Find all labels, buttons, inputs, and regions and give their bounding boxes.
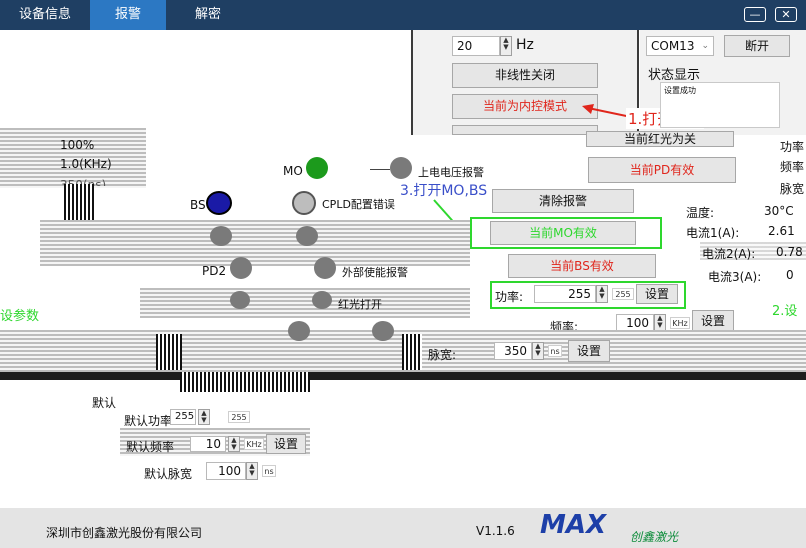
current2-value: 0.78 [776,245,803,259]
partial-button[interactable] [452,125,598,135]
temperature-indicator [230,291,250,309]
default-power-label: 默认功率 [124,414,173,428]
default-freq-stepper[interactable]: ▲ ▼ [228,436,240,452]
clear-alarm-button[interactable]: 清除报警 [492,189,634,213]
frequency-unit: Hz [516,37,534,53]
voltage-alarm-indicator [390,157,412,179]
version-label: V1.1.6 [476,524,515,538]
current2-label: 电流2(A): [702,247,756,261]
mo-valid-button[interactable]: 当前MO有效 [490,221,636,245]
default-power-input[interactable]: 255 [170,409,196,425]
pulse-unit: ns [548,345,562,357]
default-power-unit: 255 [228,411,250,423]
mo-label: MO [283,164,303,178]
mo-indicator [306,157,328,179]
external-enable-label: 外部使能报警 [342,266,408,279]
red-light-button[interactable]: 当前红光为关 [586,131,734,147]
temperature-label: 温度: [686,206,715,220]
default-pulse-unit: ns [262,465,276,477]
indicator [296,226,318,246]
indicator [372,321,394,341]
power-setting-label: 功率: [495,290,524,304]
left-fragment: 设参数 [0,309,40,324]
default-pulse-label: 默认脉宽 [144,467,193,481]
default-freq-input[interactable]: 10 [190,436,226,452]
com-port-select[interactable]: COM13 ⌄ [646,36,714,56]
glitch-band [40,220,470,266]
freq-readout: 1.0(KHz) [60,157,112,171]
pulse-stepper[interactable]: ▲ ▼ [532,342,544,360]
current3-value: 0 [786,268,794,282]
company-name: 深圳市创鑫激光股份有限公司 [46,526,203,540]
glitch-band [140,288,470,318]
pulse-label-right: 脉宽 [780,182,805,196]
indicator-area [150,140,410,180]
pd-valid-button[interactable]: 当前PD有效 [588,157,736,183]
brand-logo-sub: 创鑫激光 [630,530,679,544]
power-input[interactable]: 255 [534,285,596,303]
temperature-value: 30°C [764,204,794,218]
power-set-button[interactable]: 设置 [636,284,678,304]
close-icon[interactable]: ✕ [775,7,797,22]
pulse-set-button[interactable]: 设置 [568,340,610,362]
nonlinear-button[interactable]: 非线性关闭 [452,63,598,88]
default-freq-set-button[interactable]: 设置 [266,434,306,454]
divider [411,30,413,135]
default-label: 默认 [92,396,117,410]
divider [370,169,390,170]
status-textbox: 设置成功 [660,82,780,128]
pd2-indicator [230,257,252,279]
brand-logo: MAX [540,510,607,540]
indicator [288,321,310,341]
cpld-indicator [292,191,316,215]
indicator [210,226,232,246]
pd2-label: PD2 [202,264,227,278]
red-light-indicator [312,291,332,309]
power-unit: 255 [612,288,634,300]
cpld-label: CPLD配置错误 [322,198,395,211]
tab-device-info[interactable]: 设备信息 [0,0,90,30]
pulse-setting-label: 脉宽: [428,348,457,362]
status-label: 状态显示 [648,68,701,83]
annotation-step2: 2.设 [772,304,798,319]
power-stepper[interactable]: ▲ ▼ [596,285,608,303]
bs-label: BS [190,198,206,212]
freq-unit: KHz [670,317,690,329]
frequency-stepper[interactable]: ▲ ▼ [500,36,512,56]
tab-alarm[interactable]: 报警 [90,0,166,30]
glitch-stripes [402,334,422,370]
pulse-input[interactable]: 350 [494,342,532,360]
bs-valid-button[interactable]: 当前BS有效 [508,254,656,278]
red-light-label: 红光打开 [338,298,382,311]
frequency-input[interactable]: 20 [452,36,500,56]
glitch-stripes [180,372,310,392]
freq-set-button[interactable]: 设置 [692,310,734,332]
default-pulse-stepper[interactable]: ▲ ▼ [246,462,258,480]
default-power-stepper[interactable]: ▲ ▼ [198,409,210,425]
default-freq-label: 默认频率 [126,440,175,454]
default-pulse-input[interactable]: 100 [206,462,246,480]
tab-decrypt[interactable]: 解密 [168,0,248,30]
disconnect-button[interactable]: 断开 [724,35,790,57]
bs-indicator [206,191,232,215]
internal-mode-button[interactable]: 当前为内控模式 [452,94,598,119]
voltage-alarm-label: 上电电压报警 [418,166,484,179]
current3-label: 电流3(A): [708,270,762,284]
freq-label-right: 频率 [780,160,805,174]
glitch-stripes [156,334,182,370]
divider [0,372,806,380]
minimize-icon[interactable]: — [744,7,766,22]
external-enable-indicator [314,257,336,279]
default-freq-unit: KHz [244,438,264,450]
power-label-right: 功率 [780,140,805,154]
current1-label: 电流1(A): [686,226,740,240]
current1-value: 2.61 [768,224,795,238]
power-readout: 100% [60,138,95,152]
